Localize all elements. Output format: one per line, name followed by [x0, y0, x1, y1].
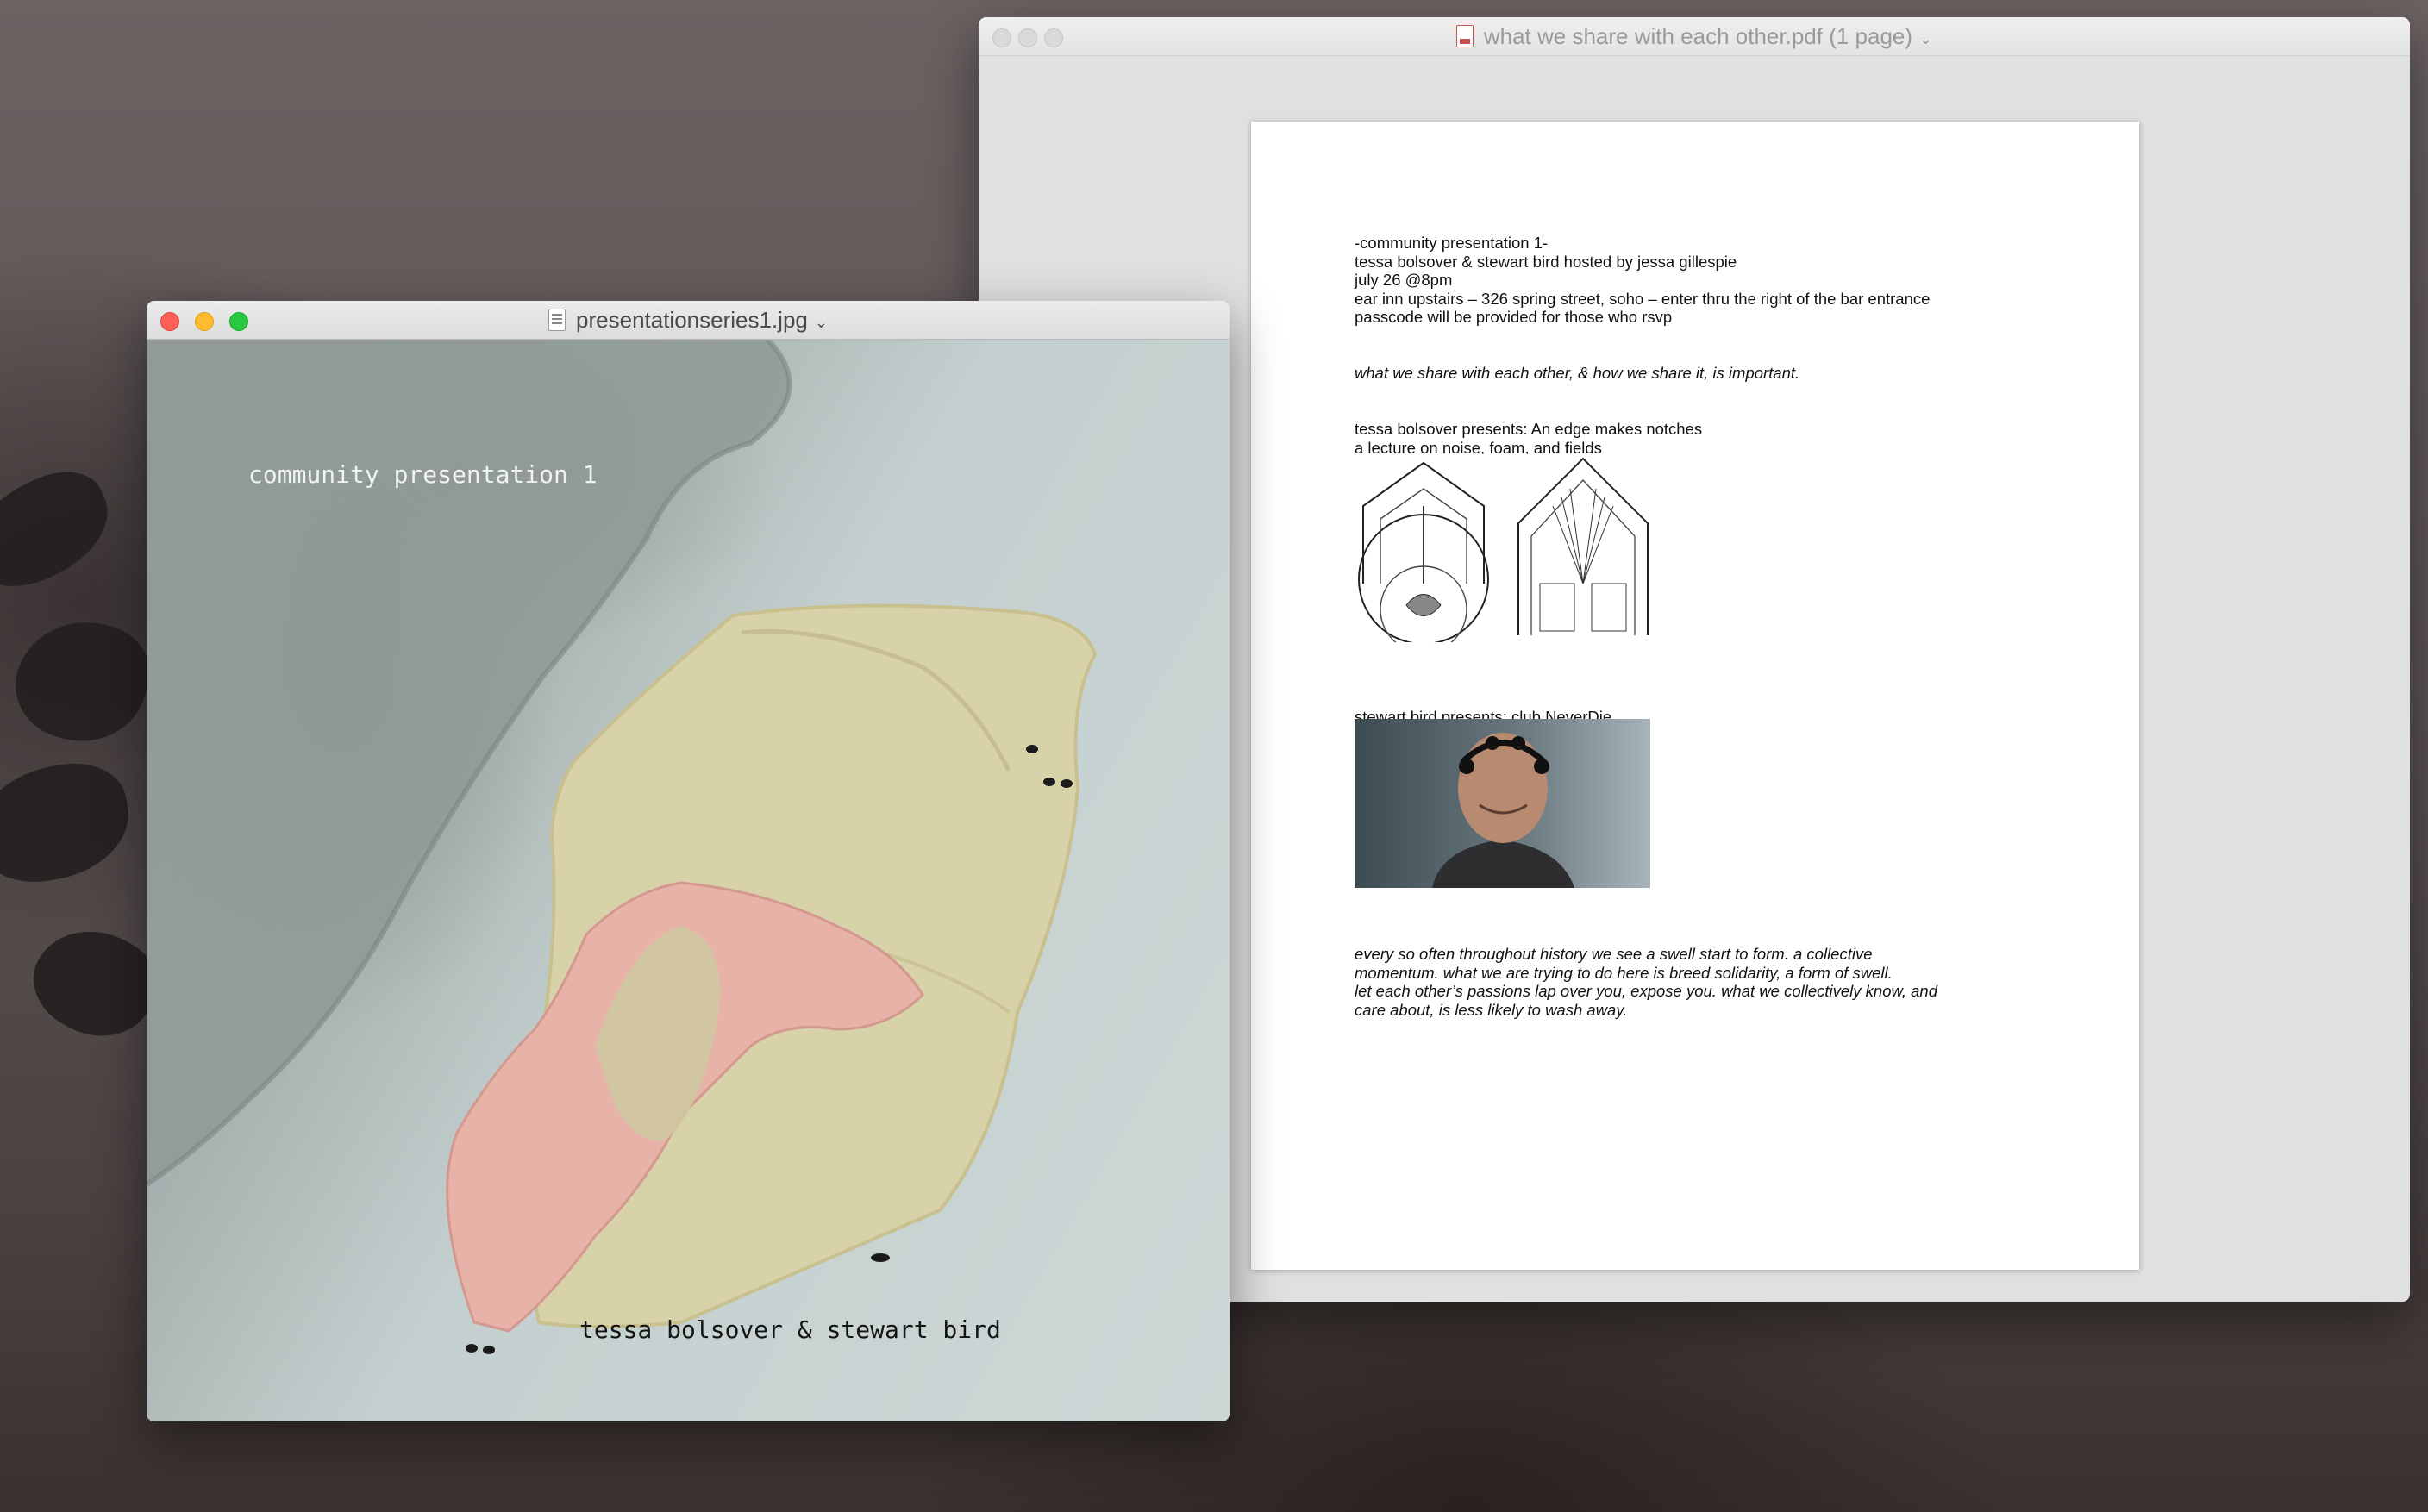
poster-title-caption: community presentation 1: [248, 460, 598, 489]
talk1-line: tessa bolsover presents: An edge makes n…: [1355, 420, 1703, 438]
talk1-details: tessa bolsover presents: An edge makes n…: [1355, 420, 1702, 457]
pdf-title-text: what we share with each other.pdf (1 pag…: [1483, 23, 1913, 49]
image-window-title[interactable]: presentationseries1.jpg ⌄: [147, 301, 1230, 339]
pdf-window-titlebar[interactable]: what we share with each other.pdf (1 pag…: [979, 17, 2410, 56]
image-window-titlebar[interactable]: presentationseries1.jpg ⌄: [147, 301, 1230, 340]
event-line: ear inn upstairs – 326 spring street, so…: [1355, 289, 1931, 308]
image-preview-window[interactable]: presentationseries1.jpg ⌄ community prese…: [147, 301, 1230, 1421]
closing-line: every so often throughout history we see…: [1355, 945, 1873, 963]
pdf-window-title[interactable]: what we share with each other.pdf (1 pag…: [979, 17, 2410, 55]
event-details: -community presentation 1- tessa bolsove…: [1355, 234, 1930, 327]
closing-line: care about, is less likely to wash away.: [1355, 1000, 1628, 1019]
poster-artwork: [147, 340, 1098, 1333]
event-line: passcode will be provided for those who …: [1355, 308, 1673, 326]
event-line: -community presentation 1-: [1355, 234, 1549, 252]
closing-line: momentum. what we are trying to do here …: [1355, 963, 1893, 982]
event-line: july 26 @8pm: [1355, 271, 1453, 289]
event-line: tessa bolsover & stewart bird hosted by …: [1355, 252, 1737, 271]
presentation-poster-image: community presentation 1 tessa bolsover …: [147, 340, 1230, 1421]
tagline: what we share with each other, & how we …: [1355, 364, 1800, 382]
chevron-down-icon[interactable]: ⌄: [815, 303, 828, 341]
pdf-page: -community presentation 1- tessa bolsove…: [1251, 122, 2139, 1270]
closing-statement: every so often throughout history we see…: [1355, 945, 1937, 1019]
image-document-icon: [548, 309, 566, 331]
image-title-text: presentationseries1.jpg: [576, 307, 808, 333]
pdf-document-icon: [1455, 25, 1474, 47]
technical-drawing-image: [1355, 454, 1655, 642]
chevron-down-icon[interactable]: ⌄: [1919, 20, 1932, 58]
closing-line: let each other’s passions lap over you, …: [1355, 982, 1937, 1000]
poster-presenters-caption: tessa bolsover & stewart bird: [579, 1315, 1001, 1344]
presenter-photo: [1355, 719, 1650, 888]
